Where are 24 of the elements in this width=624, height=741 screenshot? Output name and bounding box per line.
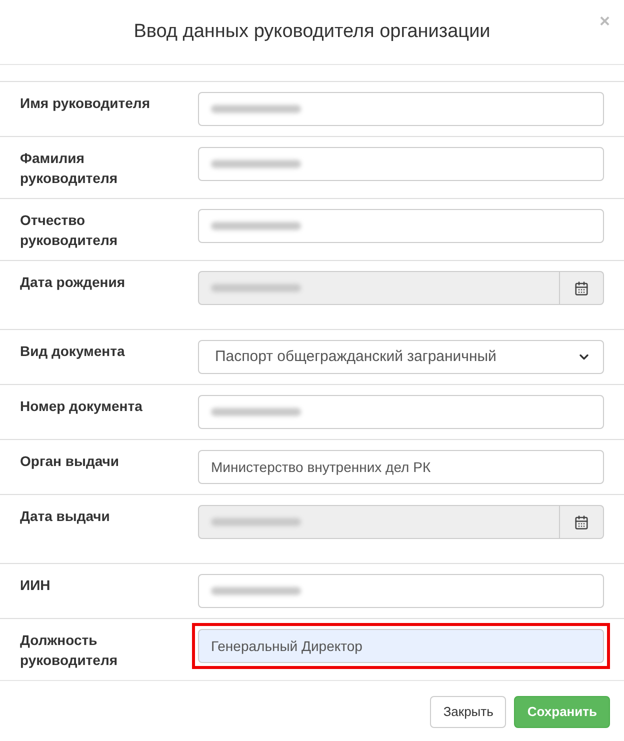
input-field[interactable] xyxy=(198,209,604,243)
input-field[interactable]: Министерство внутренних дел РК xyxy=(198,450,604,484)
field-label: Фамилия руководителя xyxy=(20,149,119,188)
field-label: Дата выдачи xyxy=(20,507,111,526)
calendar-button[interactable] xyxy=(560,505,604,539)
field-label: ИИН xyxy=(20,576,52,595)
close-dialog-button[interactable]: Закрыть xyxy=(430,696,506,728)
input-field[interactable] xyxy=(198,92,604,126)
calendar-icon xyxy=(574,280,589,296)
dialog-title: Ввод данных руководителя организации xyxy=(134,20,490,44)
select-field[interactable]: Паспорт общегражданский заграничный xyxy=(198,340,604,374)
field-label: Номер документа xyxy=(20,397,144,416)
field-label: Должность руководителя xyxy=(20,631,119,670)
field-label: Имя руководителя xyxy=(20,94,151,113)
field-label: Дата рождения xyxy=(20,273,126,292)
field-label: Отчество руководителя xyxy=(20,211,119,250)
calendar-button[interactable] xyxy=(560,271,604,305)
input-field[interactable]: Генеральный Директор xyxy=(198,629,604,663)
input-field[interactable] xyxy=(198,147,604,181)
field-label: Вид документа xyxy=(20,342,126,361)
input-field[interactable] xyxy=(198,574,604,608)
input-field[interactable] xyxy=(198,395,604,429)
field-label: Орган выдачи xyxy=(20,452,120,471)
calendar-icon xyxy=(574,514,589,530)
